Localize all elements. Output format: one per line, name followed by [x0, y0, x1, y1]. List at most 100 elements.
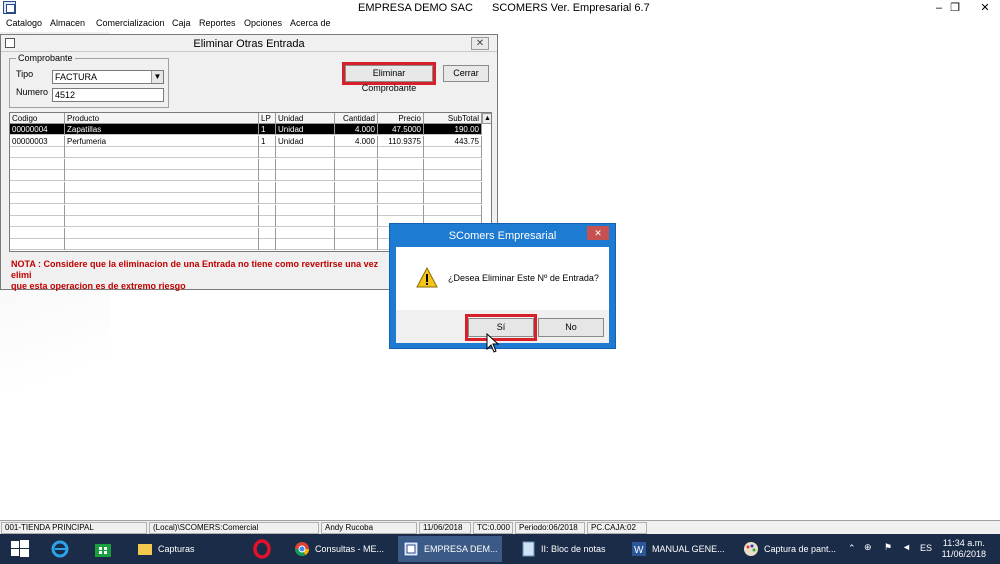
- empty-table-row[interactable]: [10, 181, 482, 193]
- menu-acerca-de[interactable]: Acerca de: [290, 18, 331, 28]
- app-icon[interactable]: [3, 1, 16, 14]
- internet-explorer-icon[interactable]: [50, 539, 70, 559]
- empty-table-row[interactable]: [10, 158, 482, 170]
- paint-icon: [744, 542, 758, 556]
- cell-unidad: [276, 227, 335, 239]
- dialog-close-button[interactable]: ✕: [587, 226, 609, 240]
- task-paint[interactable]: Captura de pant...: [738, 536, 842, 562]
- no-button[interactable]: No: [538, 318, 604, 337]
- dialog-footer: Sí No: [396, 310, 609, 343]
- menu-reportes[interactable]: Reportes: [199, 18, 236, 28]
- tray-flag-icon[interactable]: ⚑: [884, 542, 892, 564]
- tray-show-hidden-icon[interactable]: ⌃: [848, 543, 856, 564]
- col-lp[interactable]: LP: [259, 113, 276, 124]
- task-empresa[interactable]: EMPRESA DEM...: [398, 536, 502, 562]
- col-subtotal[interactable]: SubTotal: [424, 113, 482, 124]
- tray-network-icon[interactable]: ⊕: [864, 542, 872, 564]
- form-close-button[interactable]: ✕: [471, 37, 489, 50]
- task-capturas[interactable]: Capturas: [132, 536, 236, 562]
- cell-unidad: [276, 204, 335, 216]
- cell-unidad: [276, 158, 335, 170]
- cell-precio: [378, 193, 424, 204]
- dialog-message: ¿Desea Eliminar Este Nº de Entrada?: [448, 273, 599, 283]
- cell-lp: 1: [259, 135, 276, 147]
- cell-subtotal: 443.75: [424, 135, 482, 147]
- tray-language[interactable]: ES: [920, 543, 932, 564]
- cell-codigo: [10, 170, 65, 181]
- task-chrome[interactable]: Consultas - ME...: [289, 536, 393, 562]
- cell-precio: [378, 170, 424, 181]
- numero-field[interactable]: 4512: [52, 88, 164, 102]
- svg-text:W: W: [634, 545, 644, 556]
- dialog-titlebar: SComers Empresarial ✕: [390, 224, 615, 247]
- app-titlebar: EMPRESA DEMO SAC SCOMERS Ver. Empresaria…: [0, 0, 1000, 16]
- form-title: Eliminar Otras Entrada: [193, 38, 305, 50]
- confirm-dialog: SComers Empresarial ✕ ¿Desea Eliminar Es…: [389, 223, 616, 349]
- cell-unidad: [276, 147, 335, 158]
- cell-unidad: [276, 170, 335, 181]
- task-notepad[interactable]: II: Bloc de notas: [515, 536, 619, 562]
- cell-cantidad: [335, 170, 378, 181]
- store-icon[interactable]: [93, 539, 113, 559]
- empty-table-row[interactable]: [10, 193, 482, 204]
- status-date: 11/06/2018: [419, 522, 471, 534]
- restore-icon[interactable]: ❐: [944, 0, 966, 16]
- task-word[interactable]: W MANUAL GENE...: [626, 536, 730, 562]
- empty-table-row[interactable]: [10, 147, 482, 158]
- cell-codigo: [10, 158, 65, 170]
- tipo-label: Tipo: [16, 69, 34, 79]
- numero-label: Numero: [16, 87, 49, 97]
- cell-unidad: [276, 239, 335, 250]
- form-titlebar: Eliminar Otras Entrada ✕: [1, 35, 497, 52]
- cell-precio: 110.9375: [378, 135, 424, 147]
- menu-opciones[interactable]: Opciones: [244, 18, 282, 28]
- col-producto[interactable]: Producto: [65, 113, 259, 124]
- tray-volume-icon[interactable]: ◄: [902, 542, 911, 564]
- menu-caja[interactable]: Caja: [172, 18, 191, 28]
- empty-table-row[interactable]: [10, 170, 482, 181]
- cell-precio: [378, 147, 424, 158]
- chevron-down-icon[interactable]: ▼: [151, 71, 163, 83]
- table-row[interactable]: 00000004 Zapatillas 1 Unidad 4.000 47.5000 190…: [10, 124, 482, 135]
- cell-producto: [65, 204, 259, 216]
- yes-button[interactable]: Sí: [468, 318, 534, 337]
- cell-codigo: [10, 227, 65, 239]
- cell-unidad: [276, 216, 335, 227]
- cell-codigo: 00000003: [10, 135, 65, 147]
- clock-date: 11/06/2018: [941, 549, 986, 559]
- taskbar-clock[interactable]: 11:34 a.m. 11/06/2018: [942, 538, 986, 560]
- scroll-up-icon[interactable]: ▲: [482, 113, 491, 124]
- menu-almacen[interactable]: Almacen: [50, 18, 85, 28]
- note-line-1: NOTA : Considere que la eliminacion de u…: [11, 259, 379, 280]
- close-icon[interactable]: ✕: [974, 0, 996, 16]
- status-pc: PC.CAJA:02: [587, 522, 647, 534]
- col-codigo[interactable]: Codigo: [10, 113, 65, 124]
- col-cantidad[interactable]: Cantidad: [335, 113, 378, 124]
- cell-subtotal: [424, 158, 482, 170]
- cell-precio: [378, 204, 424, 216]
- col-precio[interactable]: Precio: [378, 113, 424, 124]
- empty-table-row[interactable]: [10, 204, 482, 216]
- cell-lp: [259, 158, 276, 170]
- cell-codigo: 00000004: [10, 124, 65, 135]
- cell-precio: [378, 181, 424, 193]
- cell-lp: [259, 147, 276, 158]
- cerrar-button[interactable]: Cerrar: [443, 65, 489, 82]
- eliminar-comprobante-button[interactable]: Eliminar Comprobante: [345, 65, 433, 93]
- cell-cantidad: [335, 239, 378, 250]
- scomers-app-icon: [403, 541, 419, 557]
- task-label: Capturas: [158, 544, 195, 554]
- menu-comercializacion[interactable]: Comercializacion: [96, 18, 165, 28]
- status-user: Andy Rucoba: [321, 522, 417, 534]
- col-unidad[interactable]: Unidad: [276, 113, 335, 124]
- status-store: 001-TIENDA PRINCIPAL: [1, 522, 147, 534]
- table-row[interactable]: 00000003 Perfumeria 1 Unidad 4.000 110.9375 44…: [10, 135, 482, 147]
- opera-icon[interactable]: [252, 539, 272, 559]
- comprobante-legend: Comprobante: [16, 53, 75, 63]
- tipo-select[interactable]: FACTURA ▼: [52, 70, 164, 84]
- windows-start-icon[interactable]: [10, 539, 30, 559]
- cell-lp: [259, 239, 276, 250]
- cell-codigo: [10, 193, 65, 204]
- task-label: Captura de pant...: [764, 544, 837, 554]
- menu-catalogo[interactable]: Catalogo: [6, 18, 42, 28]
